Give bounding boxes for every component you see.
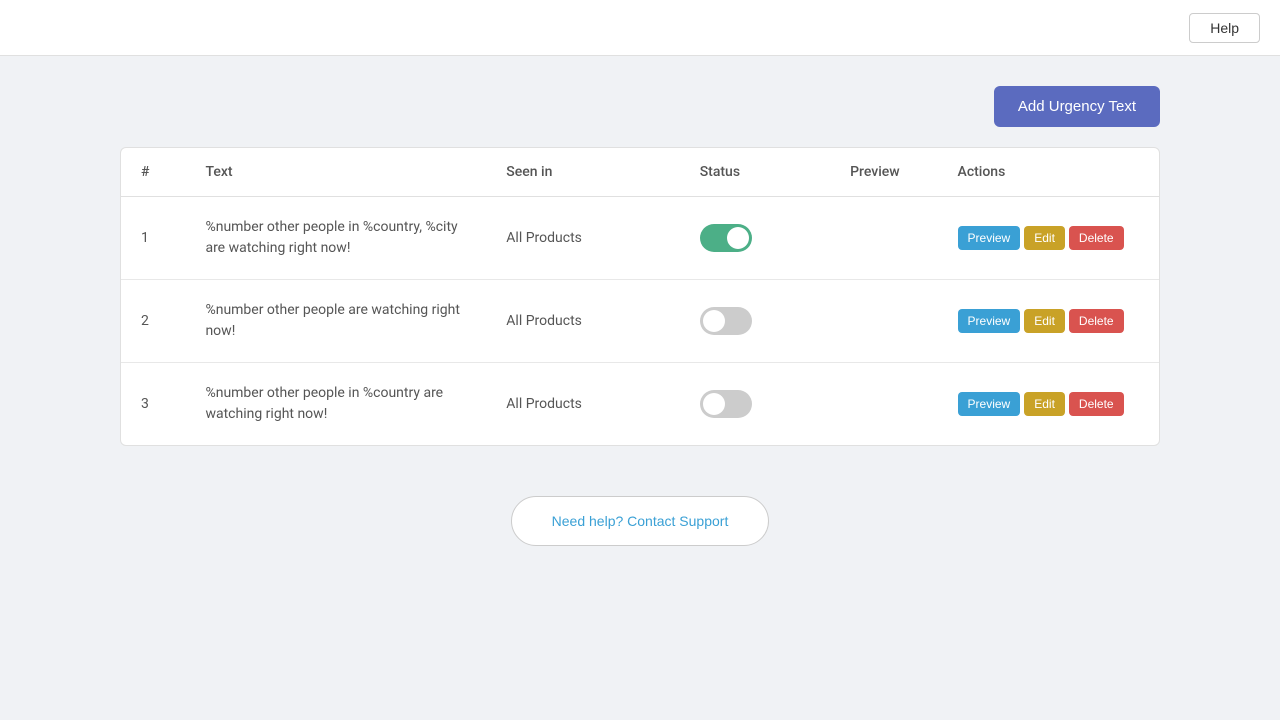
col-header-actions: Actions	[938, 148, 1159, 197]
row-status[interactable]	[680, 363, 830, 446]
table-row: 3%number other people in %country are wa…	[121, 363, 1159, 446]
row-text: %number other people in %country are wat…	[185, 363, 486, 446]
row-preview-cell	[830, 363, 937, 446]
row-status[interactable]	[680, 280, 830, 363]
row-text: %number other people are watching right …	[185, 280, 486, 363]
preview-button[interactable]: Preview	[958, 309, 1021, 333]
row-num: 3	[121, 363, 185, 446]
row-preview-cell	[830, 280, 937, 363]
col-header-status: Status	[680, 148, 830, 197]
delete-button[interactable]: Delete	[1069, 226, 1124, 250]
add-urgency-button[interactable]: Add Urgency Text	[994, 86, 1160, 127]
col-header-num: #	[121, 148, 185, 197]
col-header-text: Text	[185, 148, 486, 197]
row-actions: PreviewEditDelete	[938, 280, 1159, 363]
delete-button[interactable]: Delete	[1069, 392, 1124, 416]
row-preview-cell	[830, 197, 937, 280]
toggle-slider	[700, 307, 752, 335]
row-seen-in: All Products	[486, 363, 679, 446]
table-row: 1%number other people in %country, %city…	[121, 197, 1159, 280]
row-status[interactable]	[680, 197, 830, 280]
row-seen-in: All Products	[486, 280, 679, 363]
preview-button[interactable]: Preview	[958, 392, 1021, 416]
urgency-table: # Text Seen in Status Preview Actions 1%…	[121, 148, 1159, 445]
toggle-slider	[700, 224, 752, 252]
row-actions: PreviewEditDelete	[938, 197, 1159, 280]
row-actions: PreviewEditDelete	[938, 363, 1159, 446]
status-toggle[interactable]	[700, 224, 752, 252]
row-text: %number other people in %country, %city …	[185, 197, 486, 280]
help-button[interactable]: Help	[1189, 13, 1260, 43]
urgency-table-container: # Text Seen in Status Preview Actions 1%…	[120, 147, 1160, 446]
contact-support-section: Need help? Contact Support	[120, 496, 1160, 546]
action-buttons-group: PreviewEditDelete	[958, 226, 1139, 250]
toggle-slider	[700, 390, 752, 418]
status-toggle[interactable]	[700, 307, 752, 335]
delete-button[interactable]: Delete	[1069, 309, 1124, 333]
edit-button[interactable]: Edit	[1024, 392, 1065, 416]
top-bar: Help	[0, 0, 1280, 56]
row-num: 1	[121, 197, 185, 280]
table-header-row: # Text Seen in Status Preview Actions	[121, 148, 1159, 197]
main-content: Add Urgency Text # Text Seen in Status P…	[0, 56, 1280, 576]
toolbar: Add Urgency Text	[120, 86, 1160, 127]
action-buttons-group: PreviewEditDelete	[958, 309, 1139, 333]
preview-button[interactable]: Preview	[958, 226, 1021, 250]
edit-button[interactable]: Edit	[1024, 309, 1065, 333]
contact-support-button[interactable]: Need help? Contact Support	[511, 496, 770, 546]
status-toggle[interactable]	[700, 390, 752, 418]
edit-button[interactable]: Edit	[1024, 226, 1065, 250]
col-header-preview: Preview	[830, 148, 937, 197]
row-num: 2	[121, 280, 185, 363]
col-header-seen: Seen in	[486, 148, 679, 197]
action-buttons-group: PreviewEditDelete	[958, 392, 1139, 416]
row-seen-in: All Products	[486, 197, 679, 280]
table-row: 2%number other people are watching right…	[121, 280, 1159, 363]
